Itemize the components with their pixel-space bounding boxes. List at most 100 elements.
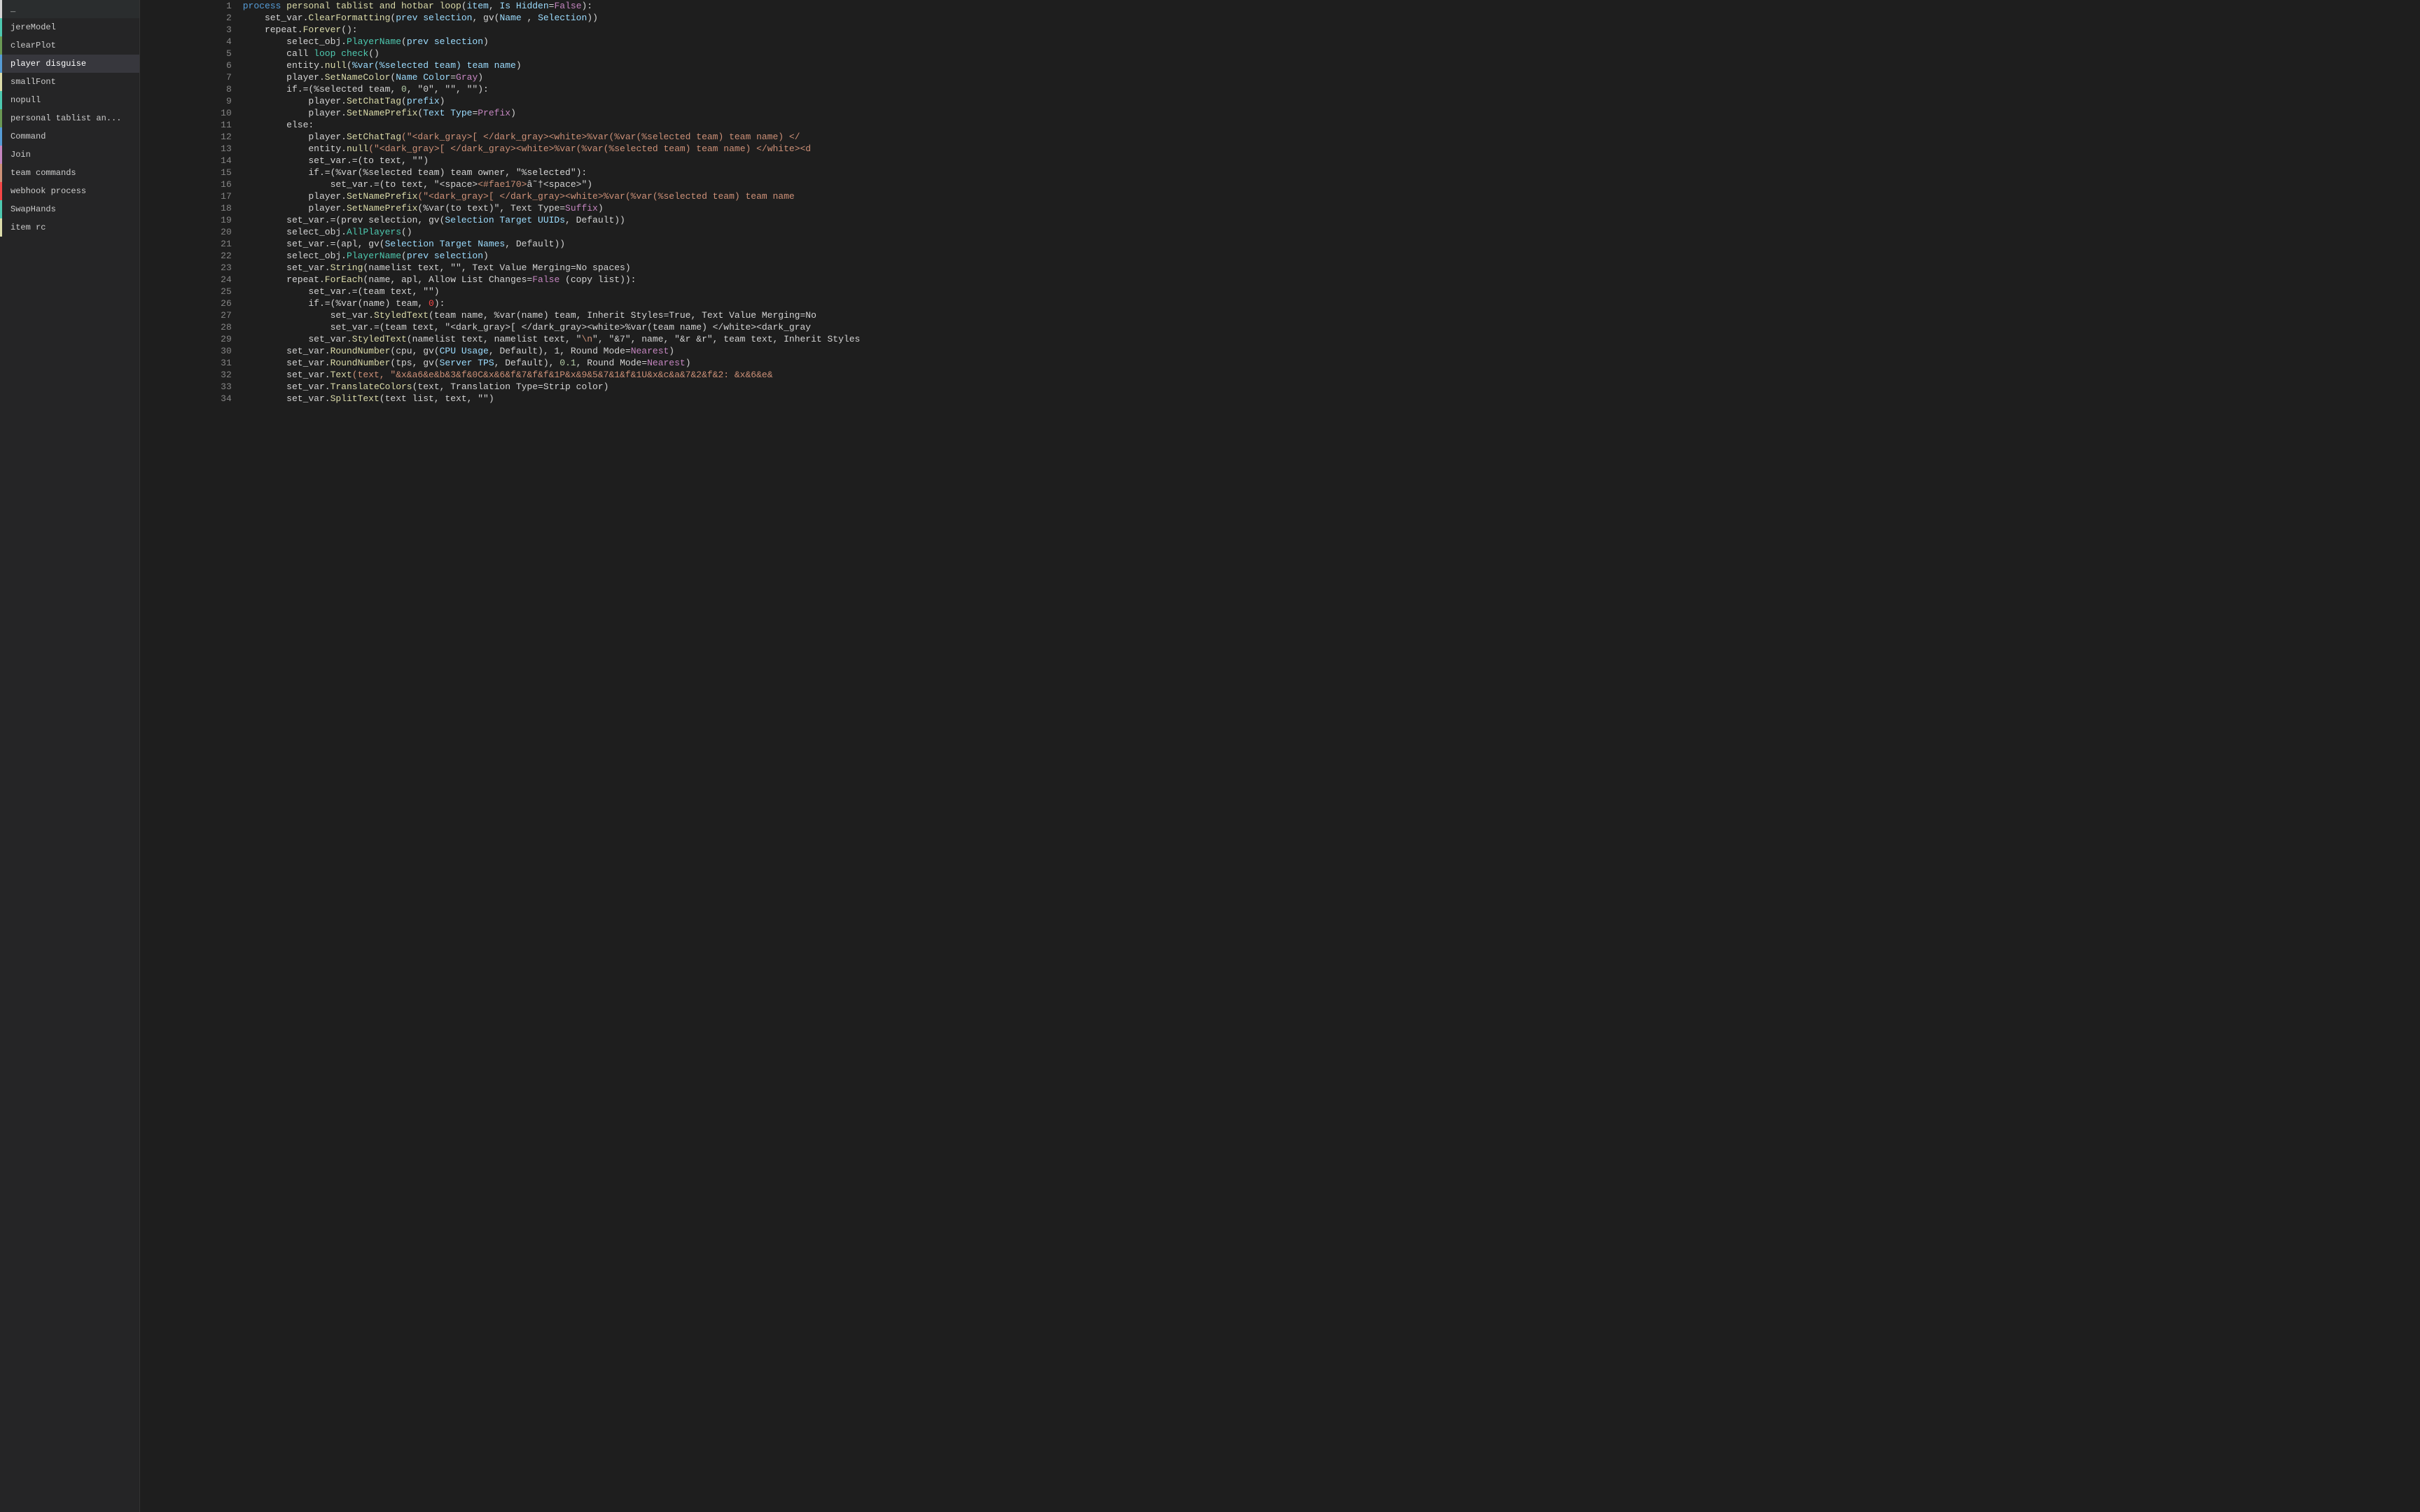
line-content-9: player.SetChatTag(prefix) bbox=[243, 95, 2420, 107]
token: â˜† bbox=[527, 179, 543, 190]
token: call bbox=[243, 48, 314, 59]
token: ) bbox=[483, 36, 489, 47]
code-line-14: 14 set_var.=(to text, "") bbox=[140, 155, 2420, 167]
code-line-3: 3 repeat.Forever(): bbox=[140, 24, 2420, 36]
code-line-9: 9 player.SetChatTag(prefix) bbox=[140, 95, 2420, 107]
code-line-12: 12 player.SetChatTag("<dark_gray>[ </dar… bbox=[140, 131, 2420, 143]
token: player. bbox=[243, 108, 347, 118]
code-line-19: 19 set_var.=(prev selection, gv(Selectio… bbox=[140, 214, 2420, 226]
code-line-33: 33 set_var.TranslateColors(text, Transla… bbox=[140, 381, 2420, 393]
token: player. bbox=[243, 132, 347, 142]
sidebar-item-team-commands[interactable]: team commands bbox=[0, 164, 139, 182]
line-number-24: 24 bbox=[140, 274, 243, 286]
line-content-7: player.SetNameColor(Name Color=Gray) bbox=[243, 71, 2420, 83]
line-number-21: 21 bbox=[140, 238, 243, 250]
token: ) bbox=[598, 203, 604, 214]
token: StyledText bbox=[352, 334, 407, 344]
token: String bbox=[331, 262, 363, 273]
line-number-16: 16 bbox=[140, 178, 243, 190]
token: Text bbox=[331, 370, 352, 380]
token: PlayerName bbox=[347, 36, 401, 47]
sidebar-item-nopull[interactable]: nopull bbox=[0, 91, 139, 109]
token: Selection bbox=[538, 13, 587, 23]
token: ) bbox=[510, 108, 516, 118]
sidebar-item-Join[interactable]: Join bbox=[0, 146, 139, 164]
code-line-25: 25 set_var.=(team text, "") bbox=[140, 286, 2420, 298]
token: Is Hidden bbox=[499, 1, 548, 11]
token: ( bbox=[461, 1, 467, 11]
token: set_var.= bbox=[243, 322, 380, 332]
code-line-8: 8 if.=(%selected team, 0, "0", "", ""): bbox=[140, 83, 2420, 95]
sidebar-item-Command[interactable]: Command bbox=[0, 127, 139, 146]
line-number-8: 8 bbox=[140, 83, 243, 95]
line-content-8: if.=(%selected team, 0, "0", "", ""): bbox=[243, 83, 2420, 95]
token: , Default), 1, Round Mode= bbox=[489, 346, 631, 356]
sidebar-item-underscore[interactable]: _ bbox=[0, 0, 139, 18]
sidebar-item-clearPlot[interactable]: clearPlot bbox=[0, 36, 139, 55]
token: PlayerName bbox=[347, 251, 401, 261]
line-content-18: player.SetNamePrefix(%var(to text)", Tex… bbox=[243, 202, 2420, 214]
sidebar-item-personal-tablist[interactable]: personal tablist an... bbox=[0, 109, 139, 127]
line-number-1: 1 bbox=[140, 0, 243, 12]
line-content-20: select_obj.AllPlayers() bbox=[243, 226, 2420, 238]
token: Text Type bbox=[423, 108, 472, 118]
token: AllPlayers bbox=[347, 227, 401, 237]
line-number-17: 17 bbox=[140, 190, 243, 202]
token: 0 bbox=[401, 84, 407, 94]
code-line-32: 32 set_var.Text(text, "&x&a6&e&b&3&f&0C&… bbox=[140, 369, 2420, 381]
token: (team text, "") bbox=[358, 286, 440, 297]
code-line-13: 13 entity.null("<dark_gray>[ </dark_gray… bbox=[140, 143, 2420, 155]
token: item bbox=[467, 1, 489, 11]
token: ForEach bbox=[325, 274, 363, 285]
code-line-22: 22 select_obj.PlayerName(prev selection) bbox=[140, 250, 2420, 262]
line-number-11: 11 bbox=[140, 119, 243, 131]
token: set_var.= bbox=[243, 239, 336, 249]
token: set_var.= bbox=[243, 155, 358, 166]
code-line-27: 27 set_var.StyledText(team name, %var(na… bbox=[140, 309, 2420, 321]
sidebar-item-SwapHands[interactable]: SwapHands bbox=[0, 200, 139, 218]
token: set_var.= bbox=[243, 286, 358, 297]
token: RoundNumber bbox=[331, 358, 391, 368]
line-content-10: player.SetNamePrefix(Text Type=Prefix) bbox=[243, 107, 2420, 119]
token: (team name, %var(name) team, Inherit Sty… bbox=[429, 310, 816, 321]
token: <space>") bbox=[543, 179, 592, 190]
token: , "0", "", ""): bbox=[407, 84, 489, 94]
line-number-4: 4 bbox=[140, 36, 243, 48]
token: Prefix bbox=[478, 108, 510, 118]
line-number-32: 32 bbox=[140, 369, 243, 381]
code-line-10: 10 player.SetNamePrefix(Text Type=Prefix… bbox=[140, 107, 2420, 119]
token: set_var.= bbox=[243, 179, 380, 190]
line-content-23: set_var.String(namelist text, "", Text V… bbox=[243, 262, 2420, 274]
sidebar-item-webhook-process[interactable]: webhook process bbox=[0, 182, 139, 200]
token: \n bbox=[581, 334, 592, 344]
line-content-11: else: bbox=[243, 119, 2420, 131]
token: (text, Translation Type=Strip color) bbox=[412, 382, 609, 392]
line-content-13: entity.null("<dark_gray>[ </dark_gray><w… bbox=[243, 143, 2420, 155]
token: ) bbox=[483, 251, 489, 261]
line-number-28: 28 bbox=[140, 321, 243, 333]
code-line-4: 4 select_obj.PlayerName(prev selection) bbox=[140, 36, 2420, 48]
sidebar-item-player-disguise[interactable]: player disguise bbox=[0, 55, 139, 73]
line-content-34: set_var.SplitText(text list, text, "") bbox=[243, 393, 2420, 405]
token: (prev selection, gv( bbox=[335, 215, 445, 225]
token: , Round Mode= bbox=[576, 358, 647, 368]
token: set_var. bbox=[243, 358, 331, 368]
token: entity. bbox=[243, 144, 347, 154]
sidebar-item-smallFont[interactable]: smallFont bbox=[0, 73, 139, 91]
code-line-5: 5 call loop check() bbox=[140, 48, 2420, 59]
token: () bbox=[368, 48, 380, 59]
code-line-17: 17 player.SetNamePrefix("<dark_gray>[ </… bbox=[140, 190, 2420, 202]
sidebar-item-jereModel[interactable]: jereModel bbox=[0, 18, 139, 36]
token: prefix bbox=[407, 96, 440, 106]
token: set_var. bbox=[243, 310, 374, 321]
line-number-20: 20 bbox=[140, 226, 243, 238]
token: ): bbox=[434, 298, 445, 309]
sidebar-item-item-rc[interactable]: item rc bbox=[0, 218, 139, 237]
line-number-13: 13 bbox=[140, 143, 243, 155]
token: SetNamePrefix bbox=[347, 191, 417, 202]
token: (%var(to text)", Text Type= bbox=[417, 203, 565, 214]
token: entity. bbox=[243, 60, 325, 71]
line-content-30: set_var.RoundNumber(cpu, gv(CPU Usage, D… bbox=[243, 345, 2420, 357]
line-number-6: 6 bbox=[140, 59, 243, 71]
token: Suffix bbox=[565, 203, 598, 214]
